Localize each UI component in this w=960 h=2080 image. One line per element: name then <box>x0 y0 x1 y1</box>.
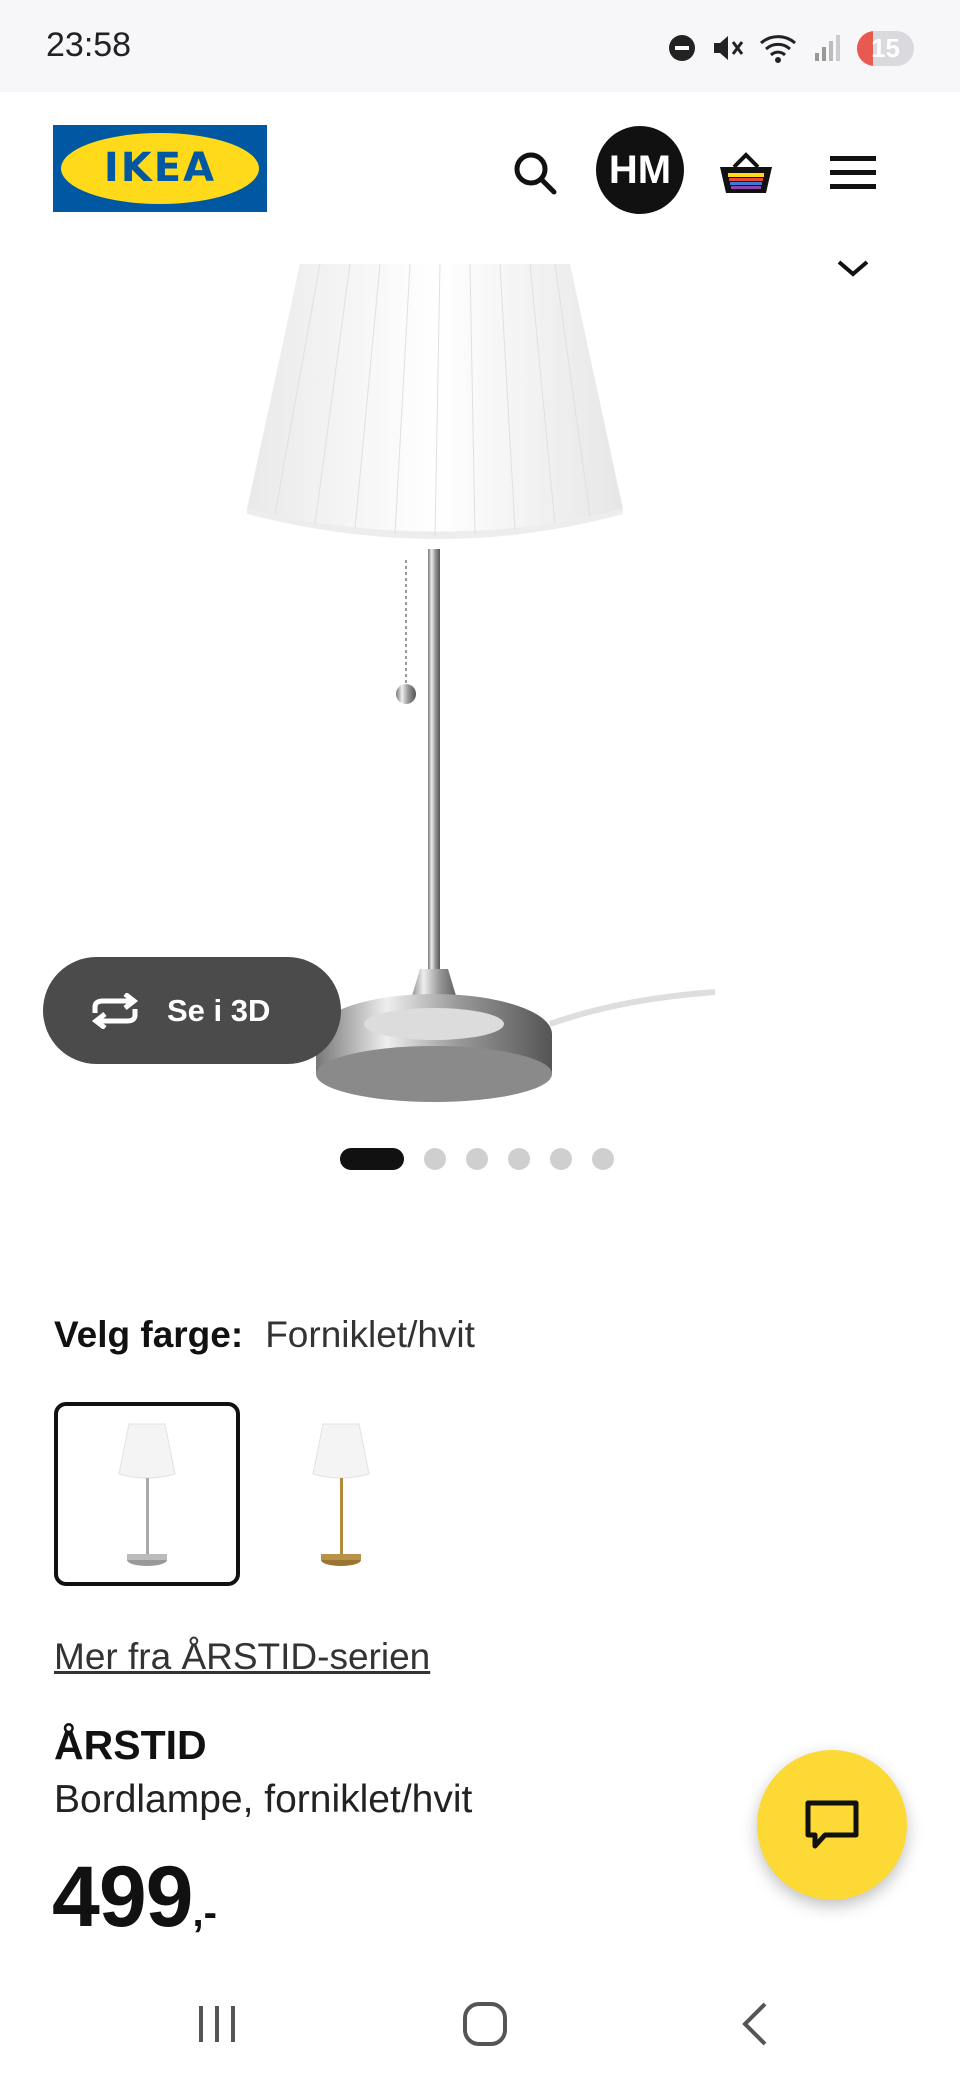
carousel-dot[interactable] <box>466 1148 488 1170</box>
recent-apps-icon <box>199 2006 235 2042</box>
rotate-3d-icon <box>91 992 139 1029</box>
status-icons: 15 <box>667 26 914 70</box>
battery-indicator: 15 <box>857 30 914 66</box>
mute-icon <box>714 36 744 60</box>
back-icon <box>742 2002 767 2046</box>
carousel-dot[interactable] <box>550 1148 572 1170</box>
site-header: IKEA HM <box>0 92 960 264</box>
lamp-thumbnail <box>312 1423 370 1566</box>
basket-button[interactable] <box>701 128 791 218</box>
menu-button[interactable] <box>808 128 898 218</box>
chat-icon <box>805 1800 859 1849</box>
wifi-icon <box>760 35 797 63</box>
product-price: 499 ,- <box>52 1848 217 1947</box>
menu-icon <box>830 156 876 189</box>
status-bar: 23:58 15 <box>0 0 960 92</box>
carousel-dot[interactable] <box>508 1148 530 1170</box>
view-in-3d-button[interactable]: Se i 3D <box>43 957 341 1064</box>
signal-icon <box>815 35 841 61</box>
price-suffix: ,- <box>192 1891 217 1935</box>
search-icon <box>514 152 557 195</box>
color-value: Forniklet/hvit <box>265 1314 475 1355</box>
ikea-logo[interactable]: IKEA <box>53 125 267 212</box>
color-option-nickel-white[interactable] <box>54 1402 240 1586</box>
color-label: Velg farge: <box>54 1314 244 1355</box>
status-time: 23:58 <box>46 26 132 64</box>
carousel-dot[interactable] <box>424 1148 446 1170</box>
price-amount: 499 <box>52 1849 193 1945</box>
home-button[interactable] <box>450 1996 520 2052</box>
search-button[interactable] <box>490 128 580 218</box>
do-not-disturb-icon <box>669 35 696 61</box>
carousel-dot[interactable] <box>592 1148 614 1170</box>
avatar[interactable]: HM <box>596 126 684 214</box>
chevron-down-icon[interactable] <box>835 258 871 278</box>
recent-apps-button[interactable] <box>182 1996 252 2052</box>
lamp-thumbnail <box>118 1423 176 1566</box>
series-link[interactable]: Mer fra ÅRSTID-serien <box>54 1636 430 1678</box>
home-icon <box>463 2002 507 2046</box>
system-nav-bar <box>0 1966 960 2080</box>
view-in-3d-label: Se i 3D <box>167 992 271 1028</box>
chat-button[interactable] <box>757 1750 907 1900</box>
product-name: ÅRSTID <box>54 1722 207 1768</box>
carousel-dot-active[interactable] <box>340 1148 404 1170</box>
color-option-brass-white[interactable] <box>248 1402 434 1586</box>
basket-icon <box>720 152 772 193</box>
color-picker-heading: Velg farge: Forniklet/hvit <box>54 1314 475 1356</box>
back-button[interactable] <box>720 1996 790 2052</box>
product-description: Bordlampe, forniklet/hvit <box>54 1778 473 1821</box>
carousel-indicator <box>340 1148 614 1170</box>
